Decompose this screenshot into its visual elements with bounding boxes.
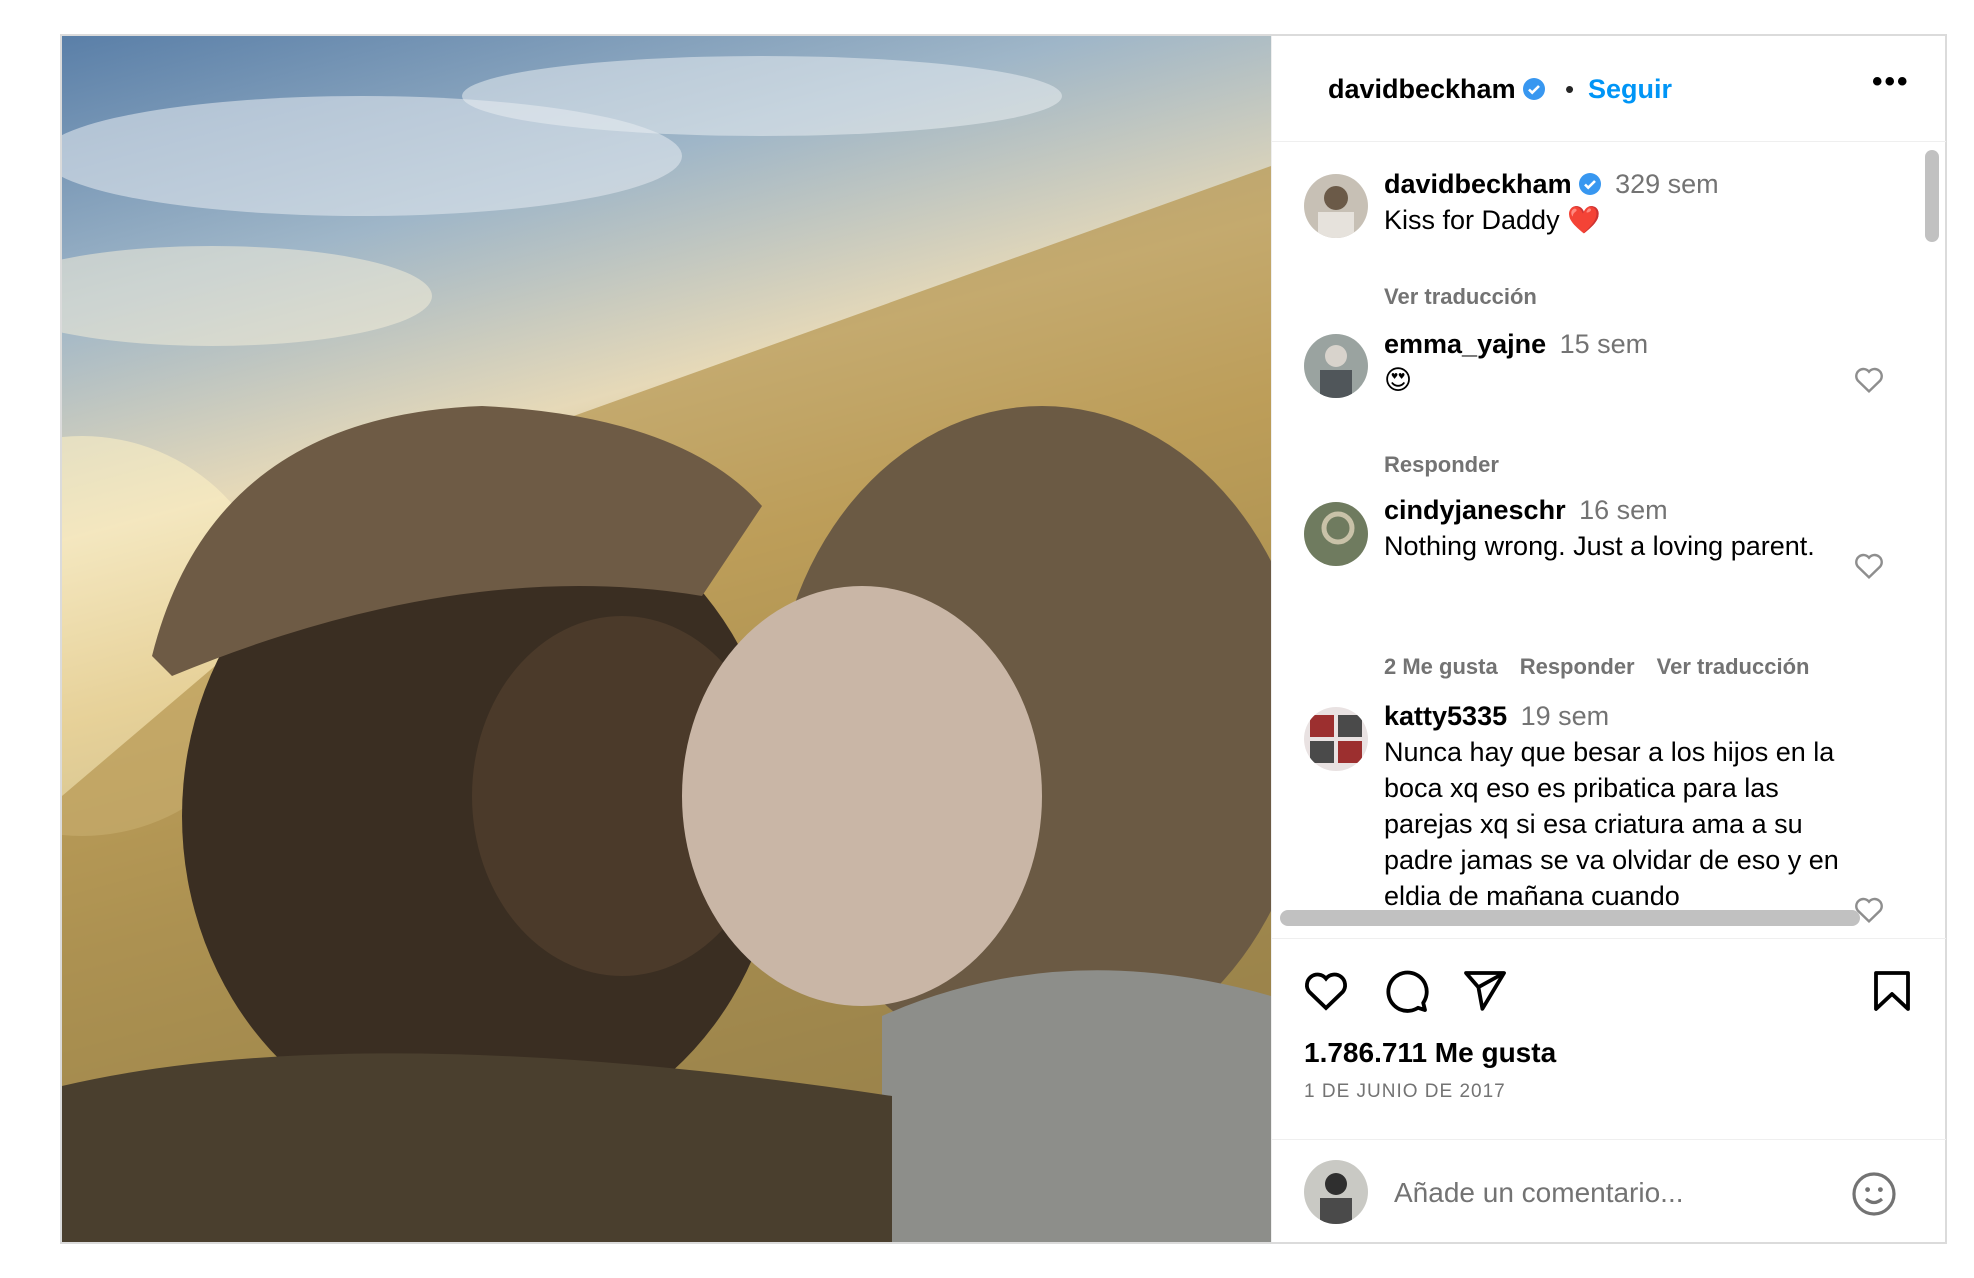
verified-badge-icon <box>1522 78 1545 100</box>
horizontal-scrollbar[interactable] <box>1280 910 1860 926</box>
post-date: 1 DE JUNIO DE 2017 <box>1304 1081 1506 1102</box>
heart-icon[interactable] <box>1302 967 1350 1015</box>
likes-count-link[interactable]: 2 Me gusta <box>1384 654 1498 679</box>
comment-time: 329 sem <box>1615 169 1719 199</box>
comment-username[interactable]: cindyjaneschr <box>1384 495 1566 525</box>
author-username[interactable]: davidbeckham <box>1328 74 1546 105</box>
current-user-avatar <box>1304 1160 1368 1224</box>
more-options-icon[interactable]: ••• <box>1872 67 1912 106</box>
comment-text: Nunca hay que besar a los hijos en la bo… <box>1384 737 1839 911</box>
avatar-image <box>1321 511 1355 545</box>
avatar-image <box>1318 186 1354 238</box>
emoji-icon[interactable] <box>1850 1170 1898 1218</box>
post-header: davidbeckham • Seguir ••• <box>1272 36 1946 142</box>
photo-illustration <box>62 56 1271 1242</box>
vertical-scrollbar[interactable] <box>1925 150 1939 242</box>
add-comment-bar <box>1272 1139 1946 1243</box>
comment-text: Kiss for Daddy ❤️ <box>1384 205 1601 235</box>
reply-link[interactable]: Responder <box>1520 654 1635 679</box>
avatar[interactable] <box>1304 502 1368 566</box>
comment-actions: Responder <box>1384 452 1521 478</box>
comment: davidbeckham 329 sem Kiss for Daddy ❤️ <box>1384 166 1864 238</box>
translate-link[interactable]: Ver traducción <box>1384 284 1537 309</box>
comment-username[interactable]: davidbeckham <box>1384 169 1572 199</box>
comment-text: Nothing wrong. Just a loving parent. <box>1384 531 1815 561</box>
share-icon[interactable] <box>1460 967 1508 1015</box>
follow-button[interactable]: Seguir <box>1588 74 1672 105</box>
instagram-post: davidbeckham • Seguir ••• davidbeckham 3… <box>60 34 1947 1244</box>
post-actions: 1.786.711 Me gusta 1 DE JUNIO DE 2017 <box>1272 938 1946 1242</box>
like-comment-heart-icon[interactable] <box>1852 550 1886 582</box>
avatar-image <box>1310 715 1362 763</box>
comment: emma_yajne 15 sem 😍 <box>1384 326 1864 398</box>
comment-actions: 2 Me gusta Responder Ver traducción <box>1384 654 1831 680</box>
avatar[interactable] <box>1304 707 1368 771</box>
avatar-image <box>1320 345 1352 398</box>
comments-list[interactable]: davidbeckham 329 sem Kiss for Daddy ❤️ V… <box>1272 142 1946 938</box>
avatar[interactable] <box>1304 334 1368 398</box>
separator-dot: • <box>1565 74 1575 104</box>
comment-time: 15 sem <box>1559 329 1649 359</box>
comment-input[interactable] <box>1392 1168 1816 1218</box>
verified-badge-icon <box>1578 173 1601 195</box>
comment-username[interactable]: emma_yajne <box>1384 329 1546 359</box>
comment-icon[interactable] <box>1382 967 1430 1015</box>
comment-text: 😍 <box>1384 365 1413 395</box>
comment-username[interactable]: katty5335 <box>1384 701 1507 731</box>
reply-link[interactable]: Responder <box>1384 452 1499 477</box>
comment-time: 16 sem <box>1579 495 1668 525</box>
post-photo[interactable] <box>62 36 1271 1242</box>
comment-actions: Ver traducción <box>1384 284 1559 310</box>
like-comment-heart-icon[interactable] <box>1852 364 1886 396</box>
comment: cindyjaneschr 16 sem Nothing wrong. Just… <box>1384 492 1864 564</box>
post-sidebar: davidbeckham • Seguir ••• davidbeckham 3… <box>1271 36 1946 1242</box>
bookmark-icon[interactable] <box>1868 967 1916 1015</box>
comment-time: 19 sem <box>1520 701 1610 731</box>
likes-count[interactable]: 1.786.711 Me gusta <box>1304 1037 1556 1069</box>
avatar[interactable] <box>1304 174 1368 238</box>
comment: katty5335 19 sem Nunca hay que besar a l… <box>1384 698 1864 914</box>
avatar-image <box>1320 1173 1352 1224</box>
translate-link[interactable]: Ver traducción <box>1657 654 1810 679</box>
